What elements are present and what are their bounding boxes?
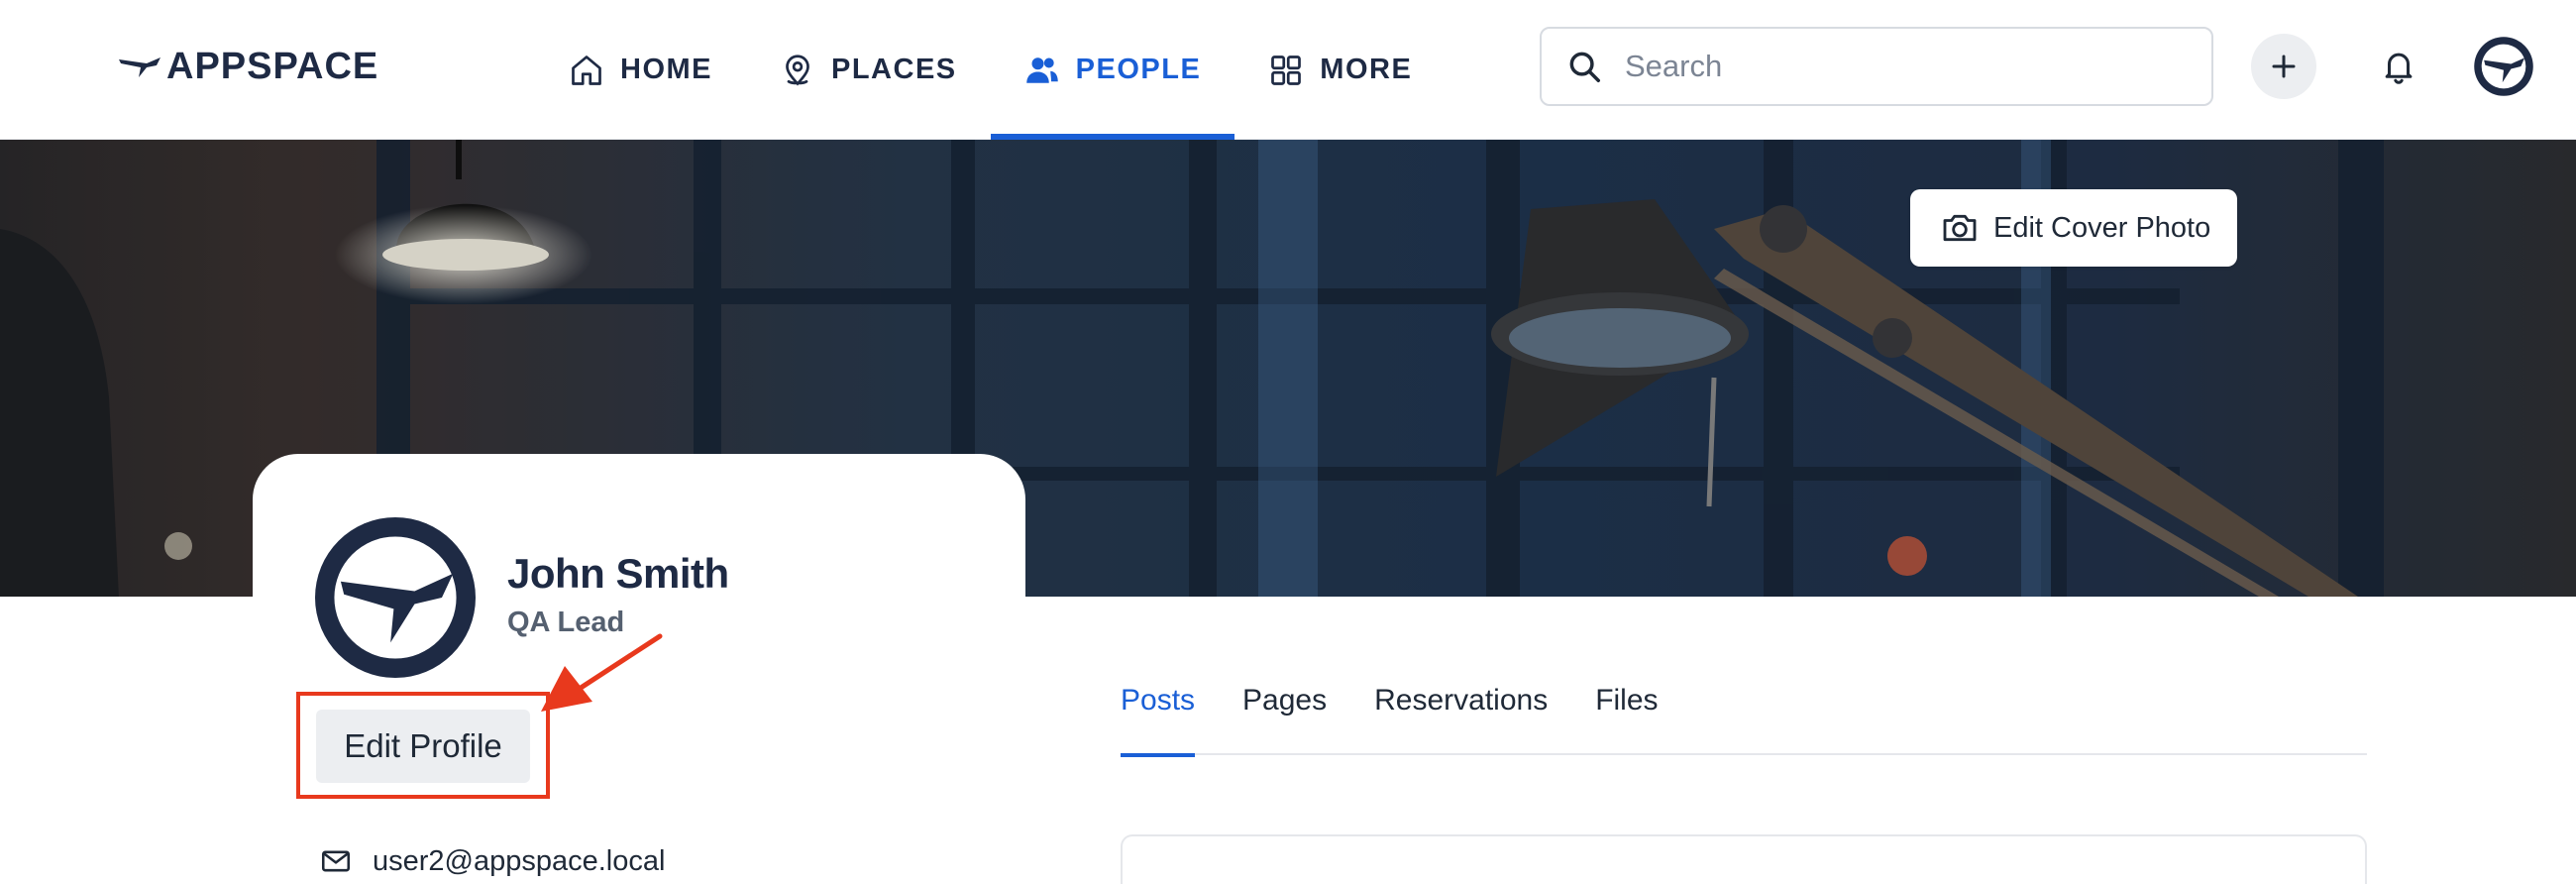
people-icon	[1025, 56, 1058, 83]
camera-icon	[1943, 214, 1977, 242]
search-box[interactable]	[1540, 27, 2213, 106]
search-input[interactable]	[1625, 49, 2180, 84]
annotation-arrow-icon	[541, 633, 663, 712]
nav-more[interactable]: MORE	[1234, 0, 1446, 140]
logo-mark-icon	[119, 57, 161, 77]
tab-files[interactable]: Files	[1595, 670, 1658, 755]
edit-cover-photo-button[interactable]: Edit Cover Photo	[1910, 189, 2237, 267]
user-avatar-button[interactable]	[2471, 34, 2536, 99]
appspace-logo[interactable]: APPSPACE	[117, 46, 378, 87]
plus-icon	[2272, 55, 2296, 78]
home-icon	[572, 55, 601, 85]
search-icon	[1569, 52, 1600, 82]
nav-places-label: PLACES	[831, 54, 957, 85]
logo-text: APPSPACE	[166, 45, 379, 87]
tab-pages[interactable]: Pages	[1242, 670, 1327, 755]
nav-people-label: PEOPLE	[1075, 54, 1202, 85]
tab-reservations[interactable]: Reservations	[1374, 670, 1548, 755]
edit-cover-photo-label: Edit Cover Photo	[1993, 211, 2211, 244]
bell-icon	[2385, 53, 2413, 84]
tab-posts[interactable]: Posts	[1121, 670, 1196, 757]
edit-profile-button[interactable]: Edit Profile	[316, 710, 530, 783]
posts-content-card	[1121, 834, 2367, 884]
mail-icon	[321, 850, 351, 872]
nav-people[interactable]: PEOPLE	[990, 0, 1235, 140]
map-pin-icon	[786, 54, 809, 86]
grid-icon	[1271, 55, 1302, 85]
nav-places[interactable]: PLACES	[746, 0, 991, 140]
nav-home[interactable]: HOME	[535, 0, 746, 140]
profile-name: John Smith	[507, 550, 729, 597]
avatar-icon	[2474, 37, 2533, 96]
email-text: user2@appspace.local	[373, 844, 666, 877]
profile-email: user2@appspace.local	[319, 844, 665, 878]
nav-home-label: HOME	[620, 54, 712, 85]
nav-more-label: MORE	[1320, 54, 1413, 85]
profile-tabs: Posts Pages Reservations Files	[1121, 670, 2367, 757]
top-navigation-bar: APPSPACE HOME PLACES PEOPLE MORE	[0, 0, 2576, 140]
notifications-button[interactable]	[2366, 34, 2431, 99]
main-nav: HOME PLACES PEOPLE MORE	[535, 0, 1446, 140]
profile-avatar[interactable]	[315, 517, 476, 678]
add-button[interactable]	[2251, 34, 2316, 99]
